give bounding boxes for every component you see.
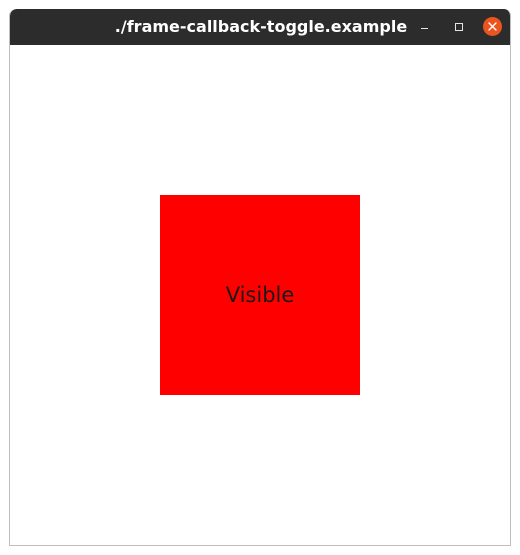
canvas-area[interactable]: Visible: [10, 45, 510, 545]
minimize-icon: [420, 28, 428, 29]
title-bar[interactable]: ./frame-callback-toggle.example: [10, 9, 510, 45]
window-title: ./frame-callback-toggle.example: [114, 17, 408, 36]
close-icon: [488, 22, 497, 31]
square-label: Visible: [225, 283, 295, 307]
maximize-button[interactable]: [449, 17, 469, 37]
minimize-button[interactable]: [414, 17, 434, 37]
app-window: ./frame-callback-toggle.example Visible: [9, 9, 511, 546]
red-square[interactable]: Visible: [160, 195, 360, 395]
close-button[interactable]: [483, 17, 502, 36]
maximize-icon: [455, 23, 463, 31]
